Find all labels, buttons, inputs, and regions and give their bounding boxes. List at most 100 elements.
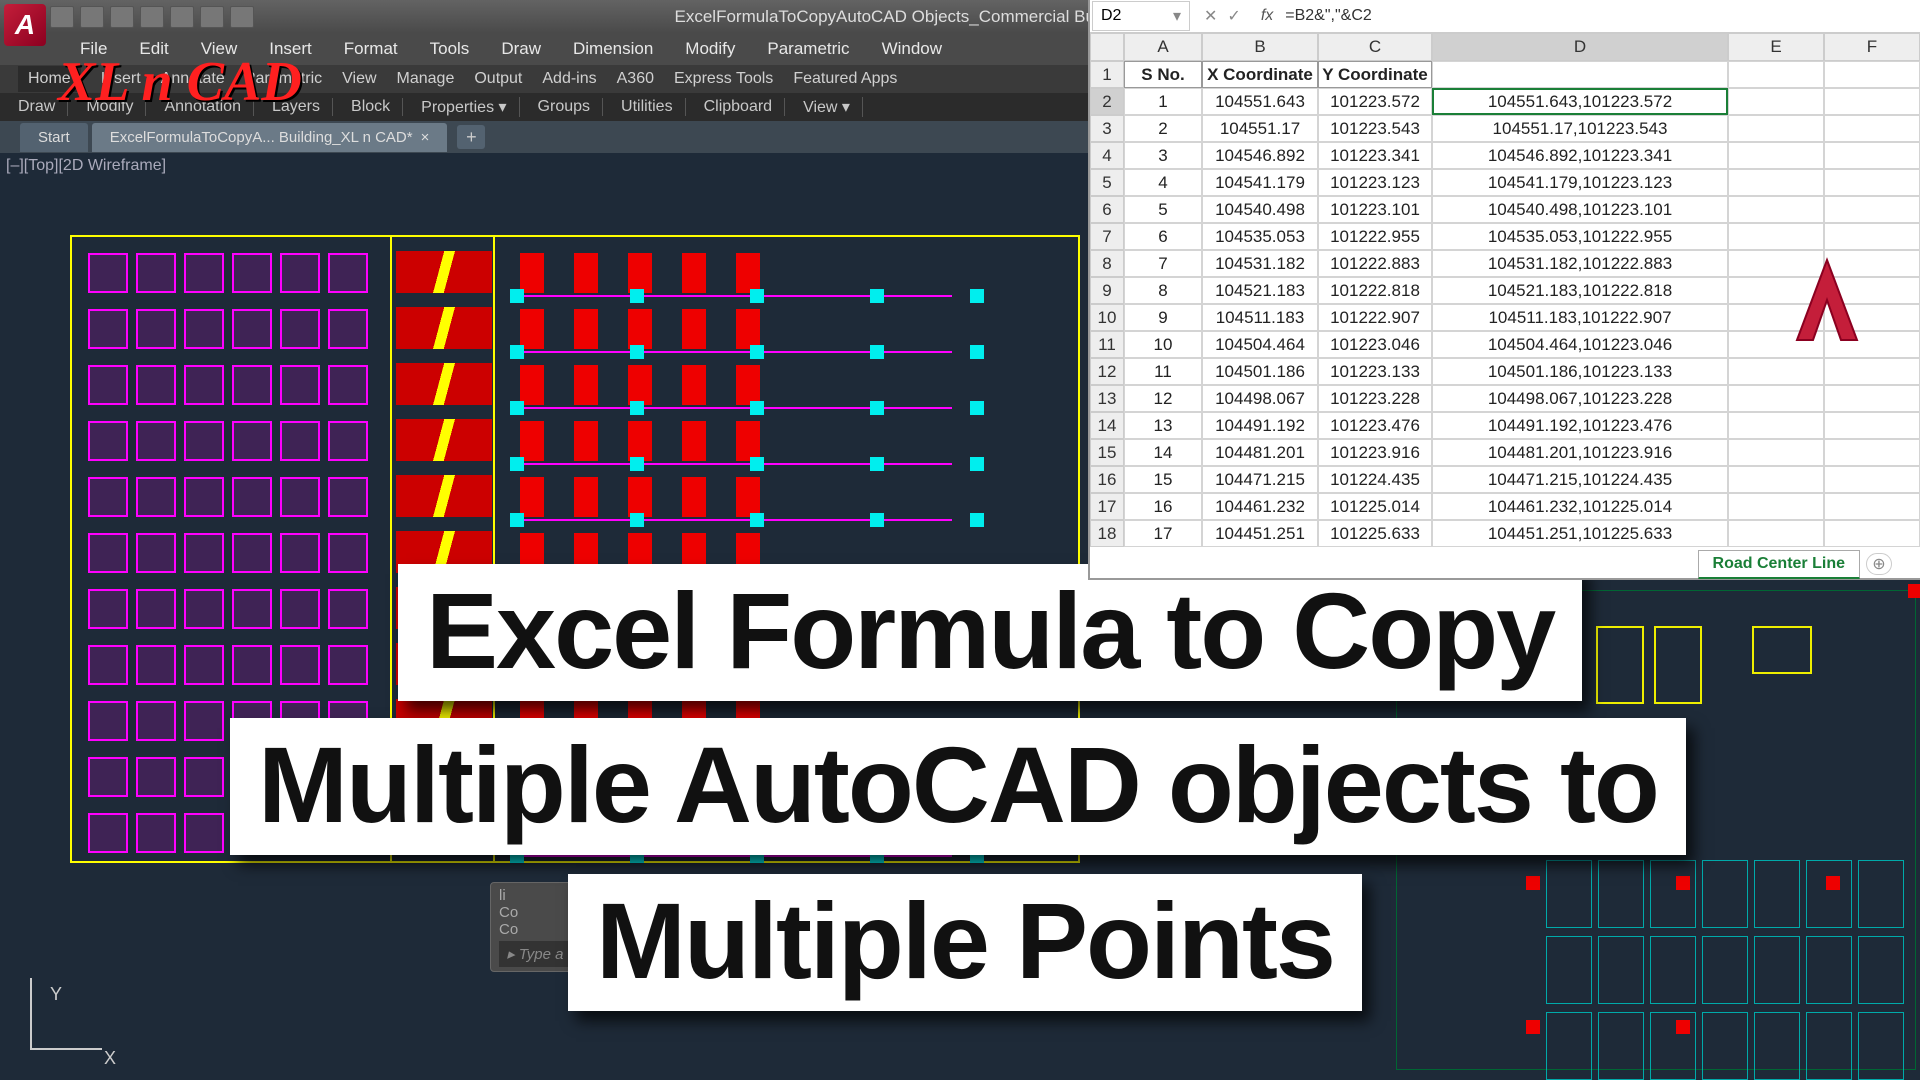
cell[interactable] [1824, 142, 1920, 169]
cell[interactable] [1824, 61, 1920, 88]
cell[interactable]: 14 [1124, 439, 1202, 466]
cell[interactable]: 101223.543 [1318, 115, 1432, 142]
row-header[interactable]: 18 [1090, 520, 1124, 547]
view-label[interactable]: [–][Top][2D Wireframe] [6, 157, 166, 175]
col-header-d[interactable]: D [1432, 33, 1728, 61]
menu-draw[interactable]: Draw [501, 39, 541, 59]
autocad-app-icon[interactable]: A [4, 4, 46, 46]
qat-open-icon[interactable] [80, 6, 104, 28]
cell[interactable]: 104498.067 [1202, 385, 1318, 412]
cell[interactable]: 104461.232,101225.014 [1432, 493, 1728, 520]
cell[interactable]: 104481.201,101223.916 [1432, 439, 1728, 466]
cell[interactable]: 104540.498,101223.101 [1432, 196, 1728, 223]
add-sheet-button[interactable]: ⊕ [1866, 553, 1892, 575]
cell[interactable]: 4 [1124, 169, 1202, 196]
filetab-add-button[interactable]: + [457, 125, 485, 149]
panel-utilities[interactable]: Utilities [621, 98, 686, 116]
grip-handle[interactable] [1526, 1020, 1540, 1034]
cell[interactable] [1824, 223, 1920, 250]
row-header[interactable]: 6 [1090, 196, 1124, 223]
row-header[interactable]: 11 [1090, 331, 1124, 358]
tab-output[interactable]: Output [474, 70, 522, 88]
cell[interactable]: 104451.251,101225.633 [1432, 520, 1728, 547]
cell[interactable] [1728, 439, 1824, 466]
row-header[interactable]: 8 [1090, 250, 1124, 277]
cell[interactable] [1824, 520, 1920, 547]
menu-dimension[interactable]: Dimension [573, 39, 653, 59]
cell[interactable] [1728, 88, 1824, 115]
qat-new-icon[interactable] [50, 6, 74, 28]
cell[interactable]: 104501.186 [1202, 358, 1318, 385]
cell[interactable]: 101222.955 [1318, 223, 1432, 250]
cell[interactable] [1824, 412, 1920, 439]
row-header[interactable]: 2 [1090, 88, 1124, 115]
cell[interactable]: 104541.179,101223.123 [1432, 169, 1728, 196]
row-header[interactable]: 12 [1090, 358, 1124, 385]
row-header[interactable]: 13 [1090, 385, 1124, 412]
filetab-start[interactable]: Start [20, 123, 88, 152]
panel-block[interactable]: Block [351, 98, 403, 116]
cell[interactable]: 101225.014 [1318, 493, 1432, 520]
tab-addins[interactable]: Add-ins [542, 70, 596, 88]
cell[interactable] [1824, 196, 1920, 223]
cell[interactable] [1728, 412, 1824, 439]
cell[interactable]: 104551.643 [1202, 88, 1318, 115]
cell[interactable]: 101223.133 [1318, 358, 1432, 385]
cell[interactable]: 1 [1124, 88, 1202, 115]
cell[interactable]: 5 [1124, 196, 1202, 223]
cell[interactable]: 104504.464 [1202, 331, 1318, 358]
cell[interactable]: 104541.179 [1202, 169, 1318, 196]
cell[interactable]: 101225.633 [1318, 520, 1432, 547]
cell[interactable]: 104546.892,101223.341 [1432, 142, 1728, 169]
cell[interactable]: 101223.916 [1318, 439, 1432, 466]
row-header[interactable]: 17 [1090, 493, 1124, 520]
cell[interactable]: 7 [1124, 250, 1202, 277]
cell[interactable] [1728, 520, 1824, 547]
row-header[interactable]: 7 [1090, 223, 1124, 250]
cell[interactable]: 104531.182,101222.883 [1432, 250, 1728, 277]
qat-plot-icon[interactable] [170, 6, 194, 28]
cell[interactable]: 101223.228 [1318, 385, 1432, 412]
cancel-icon[interactable]: ✕ [1204, 6, 1217, 26]
cell[interactable]: 101223.046 [1318, 331, 1432, 358]
cell[interactable] [1728, 142, 1824, 169]
cell[interactable]: 11 [1124, 358, 1202, 385]
col-header-a[interactable]: A [1124, 33, 1202, 61]
cell[interactable] [1728, 493, 1824, 520]
grip-handle[interactable] [1526, 876, 1540, 890]
grip-handle[interactable] [1676, 1020, 1690, 1034]
cell[interactable] [1728, 223, 1824, 250]
cell[interactable]: 101222.907 [1318, 304, 1432, 331]
cell[interactable]: 10 [1124, 331, 1202, 358]
cell[interactable] [1824, 385, 1920, 412]
cell[interactable]: 6 [1124, 223, 1202, 250]
cell[interactable]: 104481.201 [1202, 439, 1318, 466]
tab-express[interactable]: Express Tools [674, 70, 773, 88]
cell[interactable]: 15 [1124, 466, 1202, 493]
row-header[interactable]: 9 [1090, 277, 1124, 304]
cell[interactable]: 104535.053 [1202, 223, 1318, 250]
menu-modify[interactable]: Modify [685, 39, 735, 59]
col-header-c[interactable]: C [1318, 33, 1432, 61]
cell[interactable] [1728, 196, 1824, 223]
cell[interactable]: 104521.183 [1202, 277, 1318, 304]
chevron-down-icon[interactable]: ▾ [1173, 6, 1181, 26]
cell[interactable]: 104471.215,101224.435 [1432, 466, 1728, 493]
cell[interactable]: 101223.101 [1318, 196, 1432, 223]
tab-view[interactable]: View [342, 70, 376, 88]
cell[interactable]: 104531.182 [1202, 250, 1318, 277]
cell[interactable]: 8 [1124, 277, 1202, 304]
cell[interactable]: 101223.572 [1318, 88, 1432, 115]
panel-groups[interactable]: Groups [538, 98, 603, 116]
cell[interactable] [1728, 385, 1824, 412]
cell[interactable]: 9 [1124, 304, 1202, 331]
tab-manage[interactable]: Manage [397, 70, 455, 88]
cell[interactable]: 101222.883 [1318, 250, 1432, 277]
cell[interactable] [1824, 358, 1920, 385]
menu-parametric[interactable]: Parametric [767, 39, 849, 59]
row-header[interactable]: 16 [1090, 466, 1124, 493]
cell[interactable]: 104491.192,101223.476 [1432, 412, 1728, 439]
cell[interactable] [1728, 115, 1824, 142]
cell[interactable] [1824, 466, 1920, 493]
cell[interactable]: 101224.435 [1318, 466, 1432, 493]
